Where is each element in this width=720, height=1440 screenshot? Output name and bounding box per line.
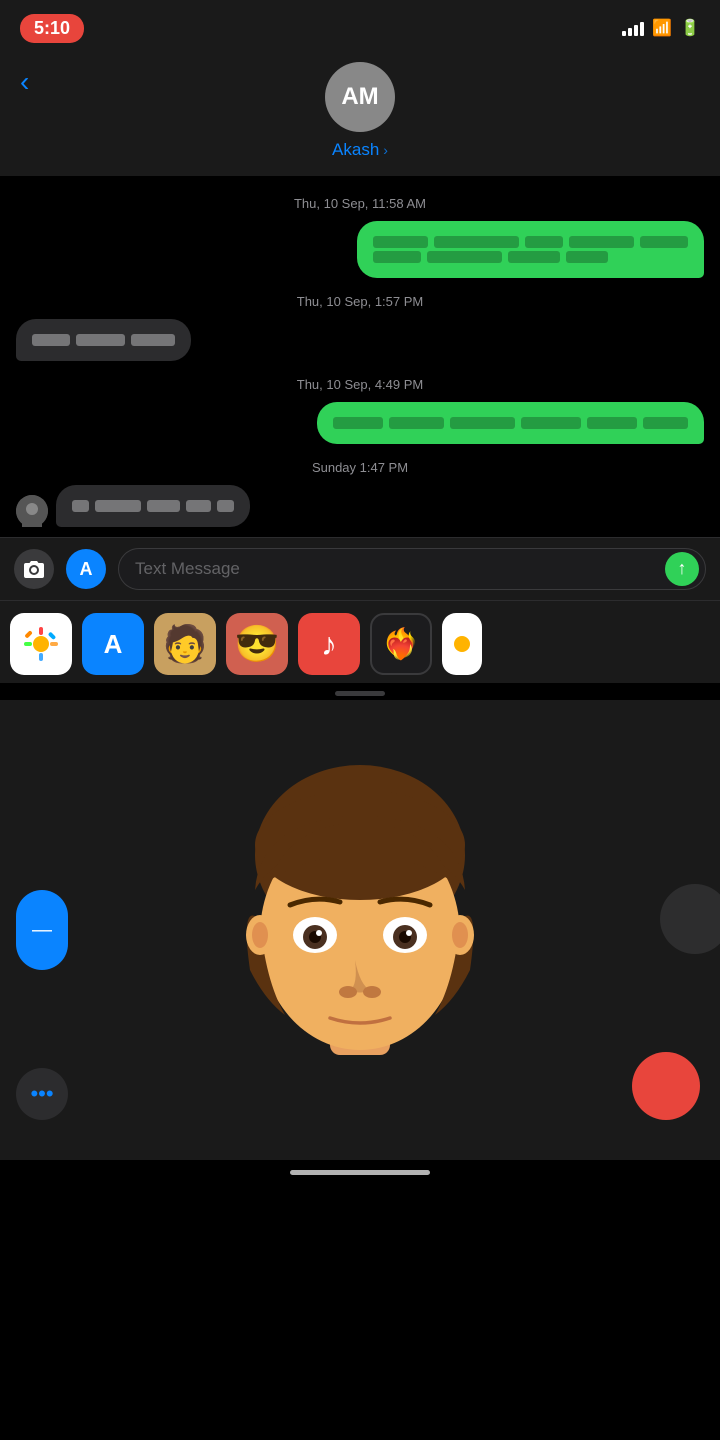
tray-appstore[interactable]: A (82, 613, 144, 675)
tray-memoji2[interactable]: 😎 (226, 613, 288, 675)
send-arrow-icon: ↑ (678, 558, 687, 579)
home-indicator (0, 1160, 720, 1185)
input-placeholder: Text Message (135, 559, 240, 579)
message-row-4 (16, 485, 704, 527)
contact-name[interactable]: Akash › (332, 140, 388, 160)
memoji-face (210, 760, 510, 1100)
received-wrapper-2 (16, 485, 340, 527)
bubble-sent-1[interactable] (357, 221, 704, 278)
redacted-content (373, 236, 688, 248)
wifi-icon: 📶 (652, 18, 672, 38)
tray-memoji1[interactable]: 🧑 (154, 613, 216, 675)
mini-avatar (16, 495, 48, 527)
nav-header: ‹ AM Akash › (0, 52, 720, 176)
redacted-content (72, 500, 234, 512)
shadow-circle (660, 884, 720, 954)
record-button[interactable] (632, 1052, 700, 1120)
timestamp-1: Thu, 10 Sep, 11:58 AM (16, 196, 704, 211)
contact-chevron: › (383, 142, 388, 158)
battery-icon: 🔋 (680, 18, 700, 38)
timestamp-2: Thu, 10 Sep, 1:57 PM (16, 294, 704, 309)
status-icons: 📶 🔋 (622, 18, 700, 38)
tray-fitness[interactable]: ❤️‍🔥 (370, 613, 432, 675)
status-time: 5:10 (20, 14, 84, 43)
bubble-received-1[interactable] (16, 319, 191, 361)
redacted-content (32, 334, 175, 346)
redacted-content (373, 251, 688, 263)
tray-music[interactable]: ♪ (298, 613, 360, 675)
memoji-panel: — (0, 700, 720, 1160)
messages-area: Thu, 10 Sep, 11:58 AM Thu, 10 Sep, 1:57 … (0, 176, 720, 537)
tray-photos2[interactable] (442, 613, 482, 675)
home-bar (290, 1170, 430, 1175)
status-bar: 5:10 📶 🔋 (0, 0, 720, 52)
more-button[interactable]: ••• (16, 1068, 68, 1120)
input-bar: A Text Message ↑ (0, 537, 720, 600)
timestamp-3: Thu, 10 Sep, 4:49 PM (16, 377, 704, 392)
more-dots-icon: ••• (30, 1081, 53, 1107)
redacted-content (333, 417, 688, 429)
tray-photos[interactable] (10, 613, 72, 675)
message-row-1 (16, 221, 704, 278)
message-input[interactable]: Text Message ↑ (118, 548, 706, 590)
camera-button[interactable] (14, 549, 54, 589)
timestamp-4: Sunday 1:47 PM (16, 460, 704, 475)
sidebar-pill-top[interactable]: — (16, 890, 68, 970)
message-row-2 (16, 319, 704, 361)
bubble-sent-2[interactable] (317, 402, 704, 444)
app-tray: A 🧑 😎 ♪ ❤️‍🔥 (0, 600, 720, 683)
received-wrapper (16, 319, 285, 361)
drag-indicator (335, 691, 385, 696)
contact-avatar[interactable]: AM (325, 62, 395, 132)
bubble-received-2[interactable] (56, 485, 250, 527)
send-button[interactable]: ↑ (665, 552, 699, 586)
sidebar-left: — (16, 890, 68, 970)
message-row-3 (16, 402, 704, 444)
appstore-button[interactable]: A (66, 549, 106, 589)
back-button[interactable]: ‹ (20, 66, 29, 98)
signal-icon (622, 20, 644, 36)
